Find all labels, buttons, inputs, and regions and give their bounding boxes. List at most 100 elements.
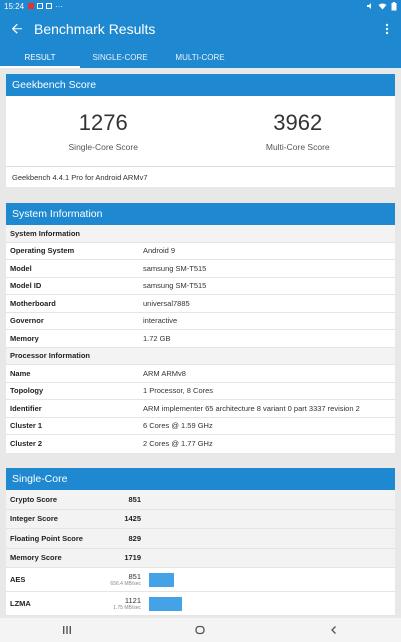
benchmark-throughput: 656.4 MB/sec	[110, 581, 141, 587]
benchmark-name: LZMA	[10, 599, 31, 608]
overflow-menu-button[interactable]	[373, 23, 401, 35]
single-core-score-value: 1276	[78, 110, 128, 135]
info-key: Model	[10, 263, 32, 273]
benchmark-score: 851	[128, 572, 141, 581]
multi-core-score-value: 3962	[273, 110, 323, 135]
score-key: Memory Score	[10, 553, 62, 563]
score-row: Memory Score 1719	[6, 548, 395, 568]
info-value: Android 9	[143, 246, 176, 256]
page-title: Benchmark Results	[34, 21, 156, 37]
mute-icon	[367, 3, 371, 9]
back-button[interactable]	[0, 12, 34, 46]
single-core-score-label: Single-Core Score	[68, 142, 138, 152]
section-label: Processor Information	[10, 351, 91, 361]
info-row: Governor interactive	[6, 313, 395, 330]
recents-icon	[62, 626, 71, 634]
info-value: universal7885	[143, 298, 190, 308]
card-heading: Single-Core	[6, 468, 395, 490]
info-row: Model ID samsung SM-T515	[6, 278, 395, 295]
info-value: 1 Processor, 8 Cores	[143, 386, 214, 396]
tab-result[interactable]: RESULT	[0, 46, 80, 68]
info-key: Memory	[10, 333, 39, 343]
info-row: Operating System Android 9	[6, 243, 395, 260]
score-value: 1719	[124, 553, 141, 563]
section-header: Processor Information	[6, 347, 395, 365]
info-key: Identifier	[10, 403, 42, 413]
info-value: interactive	[143, 316, 178, 326]
info-value: 2 Cores @ 1.77 GHz	[143, 439, 213, 449]
info-row: Memory 1.72 GB	[6, 330, 395, 348]
status-bar: 15:24 ···	[0, 0, 401, 12]
info-key: Name	[10, 368, 31, 378]
info-row: Model samsung SM-T515	[6, 260, 395, 278]
benchmark-bar	[149, 572, 174, 587]
score-key: Integer Score	[10, 514, 58, 524]
info-row: Cluster 1 6 Cores @ 1.59 GHz	[6, 418, 395, 435]
info-key: Model ID	[10, 281, 42, 291]
benchmark-score: 1121	[124, 596, 141, 605]
info-value: samsung SM-T515	[143, 263, 207, 273]
single-core-score: 1276 Single-Core Score	[6, 96, 201, 166]
battery-icon	[391, 1, 397, 10]
score-value: 851	[128, 494, 141, 504]
tab-bar: RESULT SINGLE-CORE MULTI-CORE	[0, 46, 401, 68]
info-row: Name ARM ARMv8	[6, 365, 395, 383]
benchmark-row: LZMA 1121 1.75 MB/sec	[6, 592, 395, 616]
app-bar: Benchmark Results	[0, 12, 401, 46]
results-scroll-area[interactable]: Geekbench Score 1276 Single-Core Score 3…	[0, 68, 401, 618]
benchmark-name: AES	[10, 575, 26, 584]
card-heading: Geekbench Score	[6, 74, 395, 96]
version-note: Geekbench 4.4.1 Pro for Android ARMv7	[12, 172, 148, 182]
tab-single-core[interactable]: SINGLE-CORE	[80, 46, 160, 68]
home-icon	[195, 625, 206, 635]
status-time: 15:24	[4, 1, 25, 11]
more-vert-icon	[385, 23, 389, 35]
score-row: Crypto Score 851	[6, 490, 395, 510]
arrow-back-icon	[11, 23, 22, 34]
geekbench-score-card: Geekbench Score 1276 Single-Core Score 3…	[6, 74, 395, 187]
score-row: Floating Point Score 829	[6, 529, 395, 549]
info-value: ARM implementer 65 architecture 8 varian…	[143, 403, 360, 413]
section-header: System Information	[6, 225, 395, 243]
benchmark-bar	[149, 596, 182, 611]
info-key: Operating System	[10, 246, 75, 256]
chevron-left-icon	[331, 626, 337, 634]
multi-core-score-label: Multi-Core Score	[265, 142, 330, 152]
recent-apps-button[interactable]	[37, 625, 97, 635]
more-notifications-icon: ···	[55, 1, 64, 11]
score-key: Crypto Score	[10, 494, 58, 504]
info-key: Cluster 2	[10, 439, 43, 449]
info-row: Identifier ARM implementer 65 architectur…	[6, 400, 395, 418]
info-key: Cluster 1	[10, 421, 43, 431]
info-key: Governor	[10, 316, 44, 326]
multi-core-score: 3962 Multi-Core Score	[201, 96, 396, 166]
info-value: samsung SM-T515	[143, 281, 207, 291]
back-nav-button[interactable]	[304, 625, 364, 635]
tab-multi-core[interactable]: MULTI-CORE	[160, 46, 240, 68]
info-row: Topology 1 Processor, 8 Cores	[6, 383, 395, 400]
benchmark-values: 1121 1.75 MB/sec	[102, 596, 141, 611]
benchmark-row: AES 851 656.4 MB/sec	[6, 568, 395, 592]
info-key: Topology	[10, 386, 44, 396]
system-information-card: System Information System Information Op…	[6, 203, 395, 453]
benchmark-throughput: 1.75 MB/sec	[113, 605, 141, 611]
info-value: 6 Cores @ 1.59 GHz	[143, 421, 213, 431]
info-key: Motherboard	[10, 298, 56, 308]
notification-icon	[37, 3, 44, 9]
info-row: Motherboard universal7885	[6, 295, 395, 313]
wifi-icon	[378, 3, 387, 10]
score-value: 1425	[124, 514, 141, 524]
home-button[interactable]	[170, 625, 230, 635]
benchmark-values: 851 656.4 MB/sec	[102, 572, 141, 587]
info-value: ARM ARMv8	[143, 368, 186, 378]
score-key: Floating Point Score	[10, 533, 83, 543]
single-core-card: Single-Core Crypto Score 851 Integer Scor…	[6, 468, 395, 616]
system-navigation-bar	[0, 618, 401, 642]
info-row: Cluster 2 2 Cores @ 1.77 GHz	[6, 435, 395, 453]
info-value: 1.72 GB	[143, 333, 171, 343]
score-row: Integer Score 1425	[6, 509, 395, 529]
notification-icon	[46, 3, 53, 9]
section-label: System Information	[10, 228, 81, 238]
score-value: 829	[128, 533, 141, 543]
card-heading: System Information	[6, 203, 395, 225]
